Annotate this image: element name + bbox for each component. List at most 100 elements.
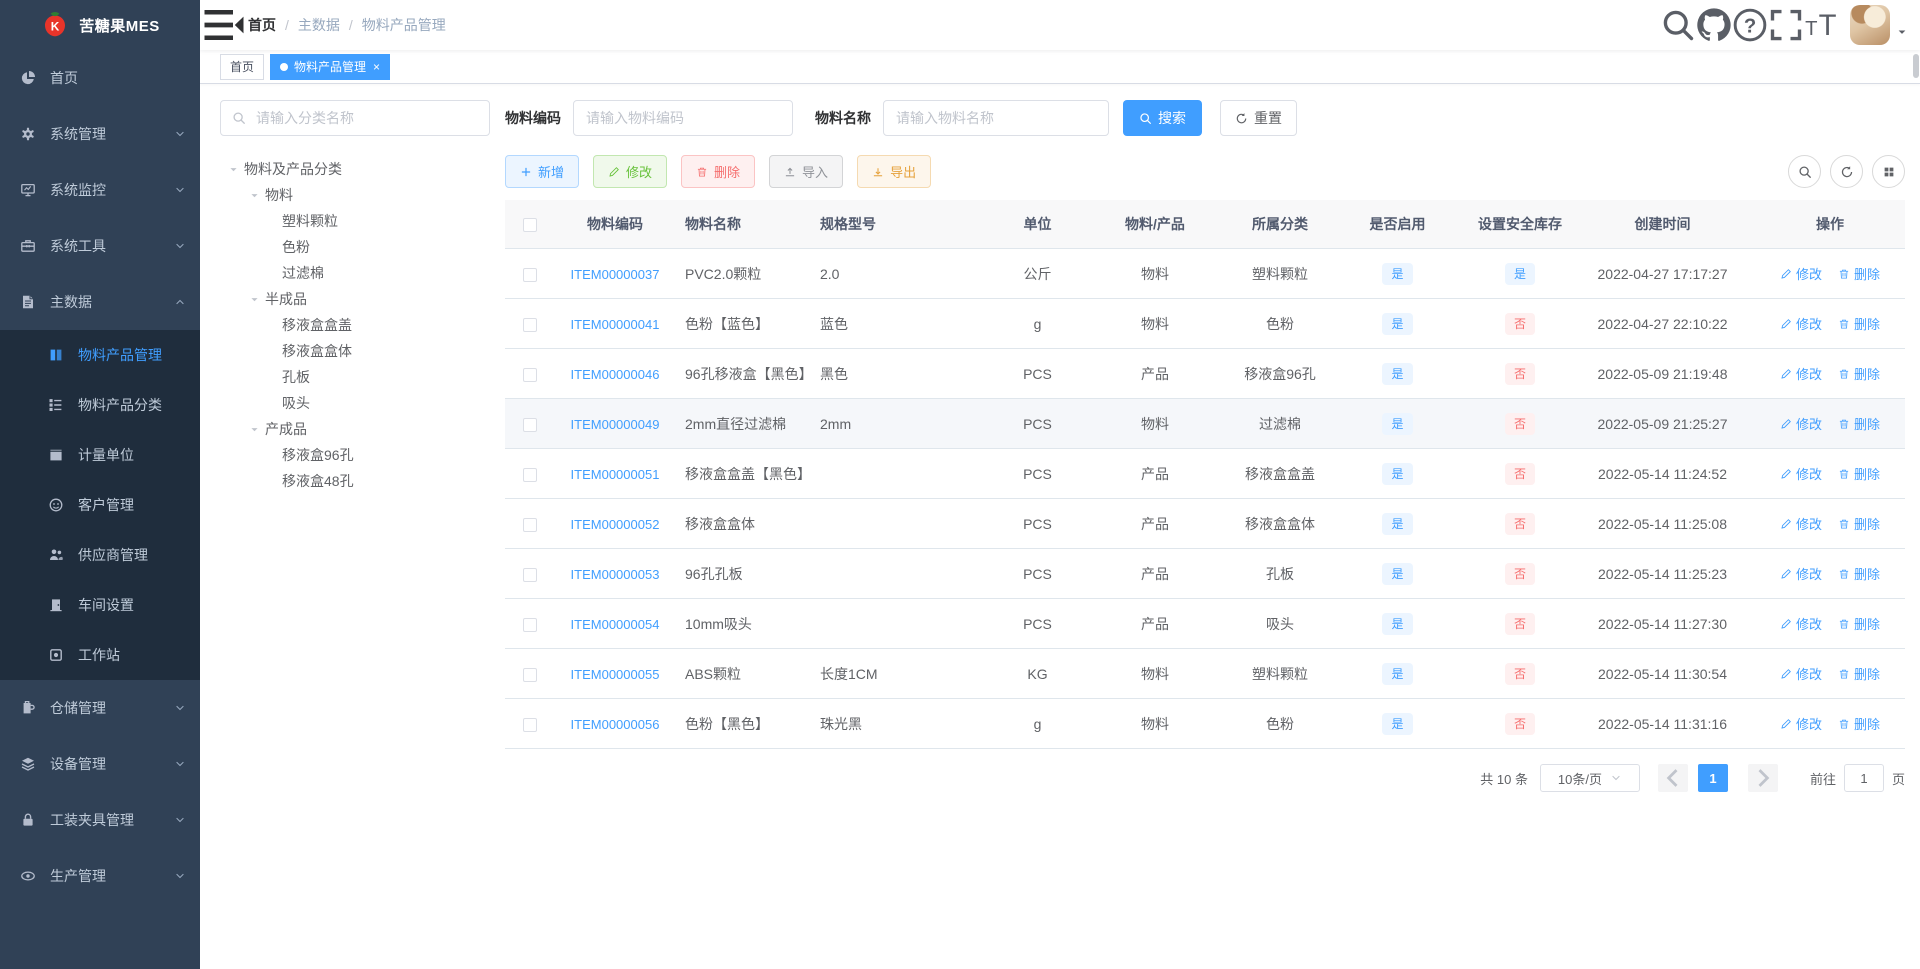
row-delete-link[interactable]: 删除: [1838, 364, 1880, 383]
row-checkbox[interactable]: [523, 267, 537, 282]
tree-node[interactable]: 过滤棉: [220, 260, 490, 286]
row-checkbox[interactable]: [523, 517, 537, 532]
table-refresh-button[interactable]: [1830, 155, 1863, 188]
tree-node[interactable]: 塑料颗粒: [220, 208, 490, 234]
item-code-link[interactable]: ITEM00000041: [571, 317, 660, 332]
row-checkbox[interactable]: [523, 317, 537, 332]
item-code-link[interactable]: ITEM00000037: [571, 267, 660, 282]
table-search-button[interactable]: [1788, 155, 1821, 188]
next-page-button[interactable]: [1747, 764, 1778, 792]
row-checkbox[interactable]: [523, 717, 537, 732]
font-size-icon[interactable]: TT: [1804, 0, 1840, 50]
tree-node[interactable]: 物料: [220, 182, 490, 208]
question-icon[interactable]: ?: [1732, 0, 1768, 50]
row-edit-link[interactable]: 修改: [1780, 464, 1822, 483]
row-delete-link[interactable]: 删除: [1838, 464, 1880, 483]
item-code-link[interactable]: ITEM00000049: [571, 417, 660, 432]
tree-node[interactable]: 移液盒盒盖: [220, 312, 490, 338]
tree-node[interactable]: 产成品: [220, 416, 490, 442]
page-scrollbar[interactable]: [1913, 54, 1919, 78]
sidebar-item-workstation[interactable]: 工作站: [0, 630, 200, 680]
tag-home[interactable]: 首页: [220, 53, 265, 80]
add-button[interactable]: 新增: [505, 155, 580, 188]
tree-node[interactable]: 色粉: [220, 234, 490, 260]
row-delete-link[interactable]: 删除: [1838, 514, 1880, 533]
breadcrumb-item[interactable]: 首页: [248, 15, 276, 35]
row-delete-link[interactable]: 删除: [1838, 414, 1880, 433]
sidebar-item-system-monitoring[interactable]: 系统监控: [0, 162, 200, 218]
item-code-link[interactable]: ITEM00000052: [571, 517, 660, 532]
fullscreen-icon[interactable]: [1768, 0, 1804, 50]
item-code-link[interactable]: ITEM00000055: [571, 667, 660, 682]
app-logo[interactable]: K 苦糖果MES: [0, 0, 200, 50]
sidebar-item-workshop-settings[interactable]: 车间设置: [0, 580, 200, 630]
row-checkbox[interactable]: [523, 567, 537, 582]
tree-node[interactable]: 移液盒96孔: [220, 442, 490, 468]
sidebar-item-supplier-management[interactable]: 供应商管理: [0, 530, 200, 580]
row-edit-link[interactable]: 修改: [1780, 364, 1822, 383]
tree-node[interactable]: 移液盒48孔: [220, 468, 490, 494]
row-edit-link[interactable]: 修改: [1780, 264, 1822, 283]
sidebar-item-equipment-management[interactable]: 设备管理: [0, 736, 200, 792]
row-edit-link[interactable]: 修改: [1780, 614, 1822, 633]
sidebar-item-material-product-management[interactable]: 物料产品管理: [0, 330, 200, 380]
row-edit-link[interactable]: 修改: [1780, 714, 1822, 733]
row-edit-link[interactable]: 修改: [1780, 514, 1822, 533]
item-code-link[interactable]: ITEM00000046: [571, 367, 660, 382]
row-delete-link[interactable]: 删除: [1838, 614, 1880, 633]
sidebar-item-production-management[interactable]: 生产管理: [0, 848, 200, 904]
tag-material-product-management[interactable]: 物料产品管理 ×: [270, 53, 391, 80]
sidebar-item-system-tools[interactable]: 系统工具: [0, 218, 200, 274]
sidebar-item-system-management[interactable]: 系统管理: [0, 106, 200, 162]
row-checkbox[interactable]: [523, 417, 537, 432]
sidebar-item-master-data[interactable]: 主数据: [0, 274, 200, 330]
select-all-checkbox[interactable]: [523, 218, 537, 233]
chevron-down-icon[interactable]: [1896, 26, 1908, 38]
row-delete-link[interactable]: 删除: [1838, 264, 1880, 283]
material-code-input[interactable]: [573, 100, 793, 136]
material-name-input[interactable]: [883, 100, 1109, 136]
close-icon[interactable]: ×: [373, 61, 380, 73]
reset-button[interactable]: 重置: [1220, 100, 1297, 136]
github-icon[interactable]: [1696, 0, 1732, 50]
search-button[interactable]: 搜索: [1123, 100, 1202, 136]
item-code-link[interactable]: ITEM00000054: [571, 617, 660, 632]
export-button[interactable]: 导出: [857, 155, 932, 188]
row-edit-link[interactable]: 修改: [1780, 564, 1822, 583]
edit-button[interactable]: 修改: [593, 155, 668, 188]
row-delete-link[interactable]: 删除: [1838, 314, 1880, 333]
tree-node[interactable]: 半成品: [220, 286, 490, 312]
category-search-input[interactable]: [254, 109, 478, 127]
row-edit-link[interactable]: 修改: [1780, 664, 1822, 683]
table-columns-button[interactable]: [1872, 155, 1905, 188]
sidebar-item-warehouse-management[interactable]: 仓储管理: [0, 680, 200, 736]
item-code-link[interactable]: ITEM00000056: [571, 717, 660, 732]
row-checkbox[interactable]: [523, 667, 537, 682]
tree-node[interactable]: 吸头: [220, 390, 490, 416]
page-size-select[interactable]: 10条/页: [1539, 764, 1640, 792]
row-delete-link[interactable]: 删除: [1838, 564, 1880, 583]
row-delete-link[interactable]: 删除: [1838, 714, 1880, 733]
row-checkbox[interactable]: [523, 367, 537, 382]
item-code-link[interactable]: ITEM00000053: [571, 567, 660, 582]
delete-button[interactable]: 删除: [681, 155, 756, 188]
page-number-1[interactable]: 1: [1697, 764, 1728, 792]
avatar[interactable]: [1850, 5, 1890, 45]
import-button[interactable]: 导入: [769, 155, 844, 188]
hamburger-icon[interactable]: [200, 0, 248, 50]
search-icon[interactable]: [1660, 0, 1696, 50]
sidebar-item-material-product-category[interactable]: 物料产品分类: [0, 380, 200, 430]
goto-page-input[interactable]: [1843, 764, 1884, 792]
tree-node[interactable]: 移液盒盒体: [220, 338, 490, 364]
sidebar-item-customer-management[interactable]: 客户管理: [0, 480, 200, 530]
row-edit-link[interactable]: 修改: [1780, 314, 1822, 333]
tree-node[interactable]: 物料及产品分类: [220, 156, 490, 182]
prev-page-button[interactable]: [1657, 764, 1688, 792]
item-code-link[interactable]: ITEM00000051: [571, 467, 660, 482]
row-edit-link[interactable]: 修改: [1780, 414, 1822, 433]
sidebar-item-measure-unit[interactable]: 计量单位: [0, 430, 200, 480]
tree-node[interactable]: 孔板: [220, 364, 490, 390]
sidebar-item-fixture-management[interactable]: 工装夹具管理: [0, 792, 200, 848]
row-checkbox[interactable]: [523, 467, 537, 482]
sidebar-item-home[interactable]: 首页: [0, 50, 200, 106]
